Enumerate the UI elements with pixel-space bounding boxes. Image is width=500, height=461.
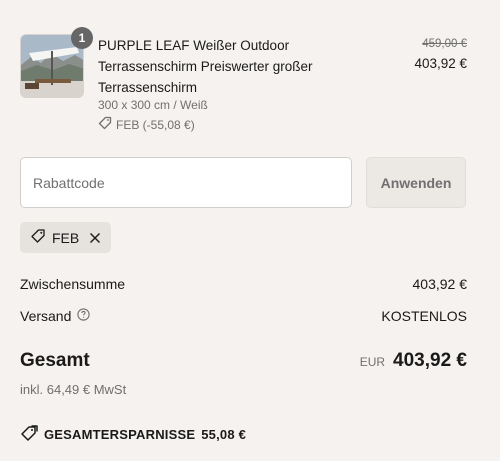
shipping-label: Versand: [20, 308, 72, 324]
quantity-badge: 1: [71, 27, 93, 49]
product-thumbnail-wrapper: 1: [20, 27, 93, 98]
order-summary: 1 PURPLE LEAF Weißer Outdoor Terrassensc…: [0, 0, 500, 461]
help-icon[interactable]: [77, 308, 91, 324]
savings-label: GESAMTERSPARNISSE: [44, 427, 196, 442]
tag-icon: [20, 425, 38, 444]
applied-discount-code: FEB: [52, 229, 80, 246]
total-value-wrap: EUR 403,92 €: [360, 350, 467, 372]
total-row: Gesamt EUR 403,92 €: [20, 350, 467, 372]
tax-note: inkl. 64,49 € MwSt: [20, 382, 127, 397]
cart-line-item: 1 PURPLE LEAF Weißer Outdoor Terrassensc…: [20, 27, 467, 134]
product-price: 403,92 €: [414, 56, 467, 71]
applied-discount-chip: FEB: [20, 222, 112, 253]
shipping-value: KOSTENLOS: [381, 308, 467, 324]
product-discount-text: FEB (-55,08 €): [116, 117, 195, 132]
product-title: PURPLE LEAF Weißer Outdoor Terrassenschi…: [98, 38, 313, 95]
shipping-row: Versand KOSTENLOS: [20, 308, 467, 324]
tag-icon: [98, 116, 112, 133]
subtotal-value: 403,92 €: [412, 276, 468, 292]
subtotal-label: Zwischensumme: [20, 276, 126, 292]
total-amount: 403,92 €: [393, 350, 467, 371]
currency-code: EUR: [359, 355, 386, 369]
apply-discount-button[interactable]: Anwenden: [366, 157, 466, 208]
product-variant: 300 x 300 cm / Weiß: [98, 98, 208, 112]
remove-discount-icon[interactable]: [89, 232, 101, 244]
subtotal-row: Zwischensumme 403,92 €: [20, 276, 467, 292]
product-original-price: 459,00 €: [422, 38, 467, 50]
tag-icon: [30, 228, 46, 247]
discount-code-input[interactable]: [20, 157, 352, 208]
total-savings: GESAMTERSPARNISSE 55,08 €: [20, 425, 246, 444]
shipping-label-wrap: Versand: [20, 308, 91, 324]
total-label: Gesamt: [20, 350, 90, 371]
product-discount: FEB (-55,08 €): [98, 116, 195, 133]
savings-value: 55,08 €: [201, 427, 247, 442]
